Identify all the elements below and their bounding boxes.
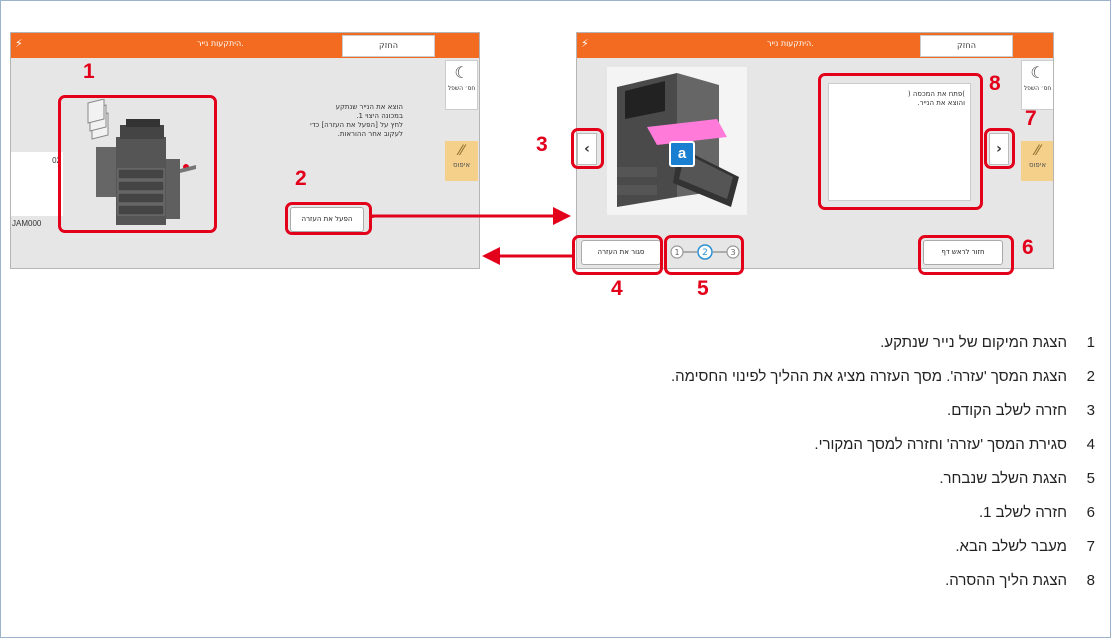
callout-5: 5 — [697, 277, 709, 300]
list-item: 7 מעבר לשלב הבא. — [955, 537, 1095, 555]
callout-7: 7 — [1025, 107, 1037, 130]
help-logo-icon: ⚡ — [581, 37, 589, 50]
callout-box-5 — [664, 235, 744, 275]
callout-box-6 — [918, 235, 1014, 275]
callout-box-4 — [572, 235, 663, 275]
help-screen-title: היתקעות נייר. — [767, 39, 814, 48]
callout-3: 3 — [536, 133, 548, 156]
help-reset-icon: ⁄⁄ — [1035, 143, 1040, 159]
legend-list: 1 הצגת המיקום של נייר שנתקע. 2 הצגת המסך '… — [341, 325, 1101, 597]
list-item: 6 חזרה לשלב 1. — [978, 503, 1095, 521]
callout-box-3 — [571, 128, 604, 169]
list-item: 5 הצגת השלב שנבחר. — [939, 469, 1095, 487]
part-a-badge: a — [669, 141, 695, 167]
help-title-bar: ⚡ היתקעות נייר. החזק — [577, 33, 1053, 58]
list-item: 8 הצגת הליך ההסרה. — [945, 571, 1095, 589]
help-hold-tab[interactable]: החזק — [920, 35, 1013, 57]
callout-4: 4 — [611, 277, 623, 300]
callout-6: 6 — [1022, 236, 1034, 259]
list-item: 4 סגירת המסך 'עזרה' וחזרה למסך המקורי. — [814, 435, 1095, 453]
help-reset-button[interactable]: ⁄⁄ איפוס — [1021, 141, 1053, 181]
callout-8: 8 — [989, 72, 1001, 95]
help-moon-icon: ☾ — [1030, 63, 1045, 82]
jam-location-photo: a — [607, 67, 747, 215]
help-sleep-button[interactable]: ☾ חס׳ השפל — [1021, 60, 1053, 110]
list-item: 1 הצגת המיקום של נייר שנתקע. — [880, 333, 1095, 351]
list-item: 3 חזרה לשלב הקודם. — [947, 401, 1095, 419]
callout-box-7 — [984, 128, 1015, 169]
callout-box-8 — [818, 73, 983, 210]
list-item: 2 הצגת המסך 'עזרה'. מסך העזרה מציג את ההל… — [670, 367, 1095, 385]
